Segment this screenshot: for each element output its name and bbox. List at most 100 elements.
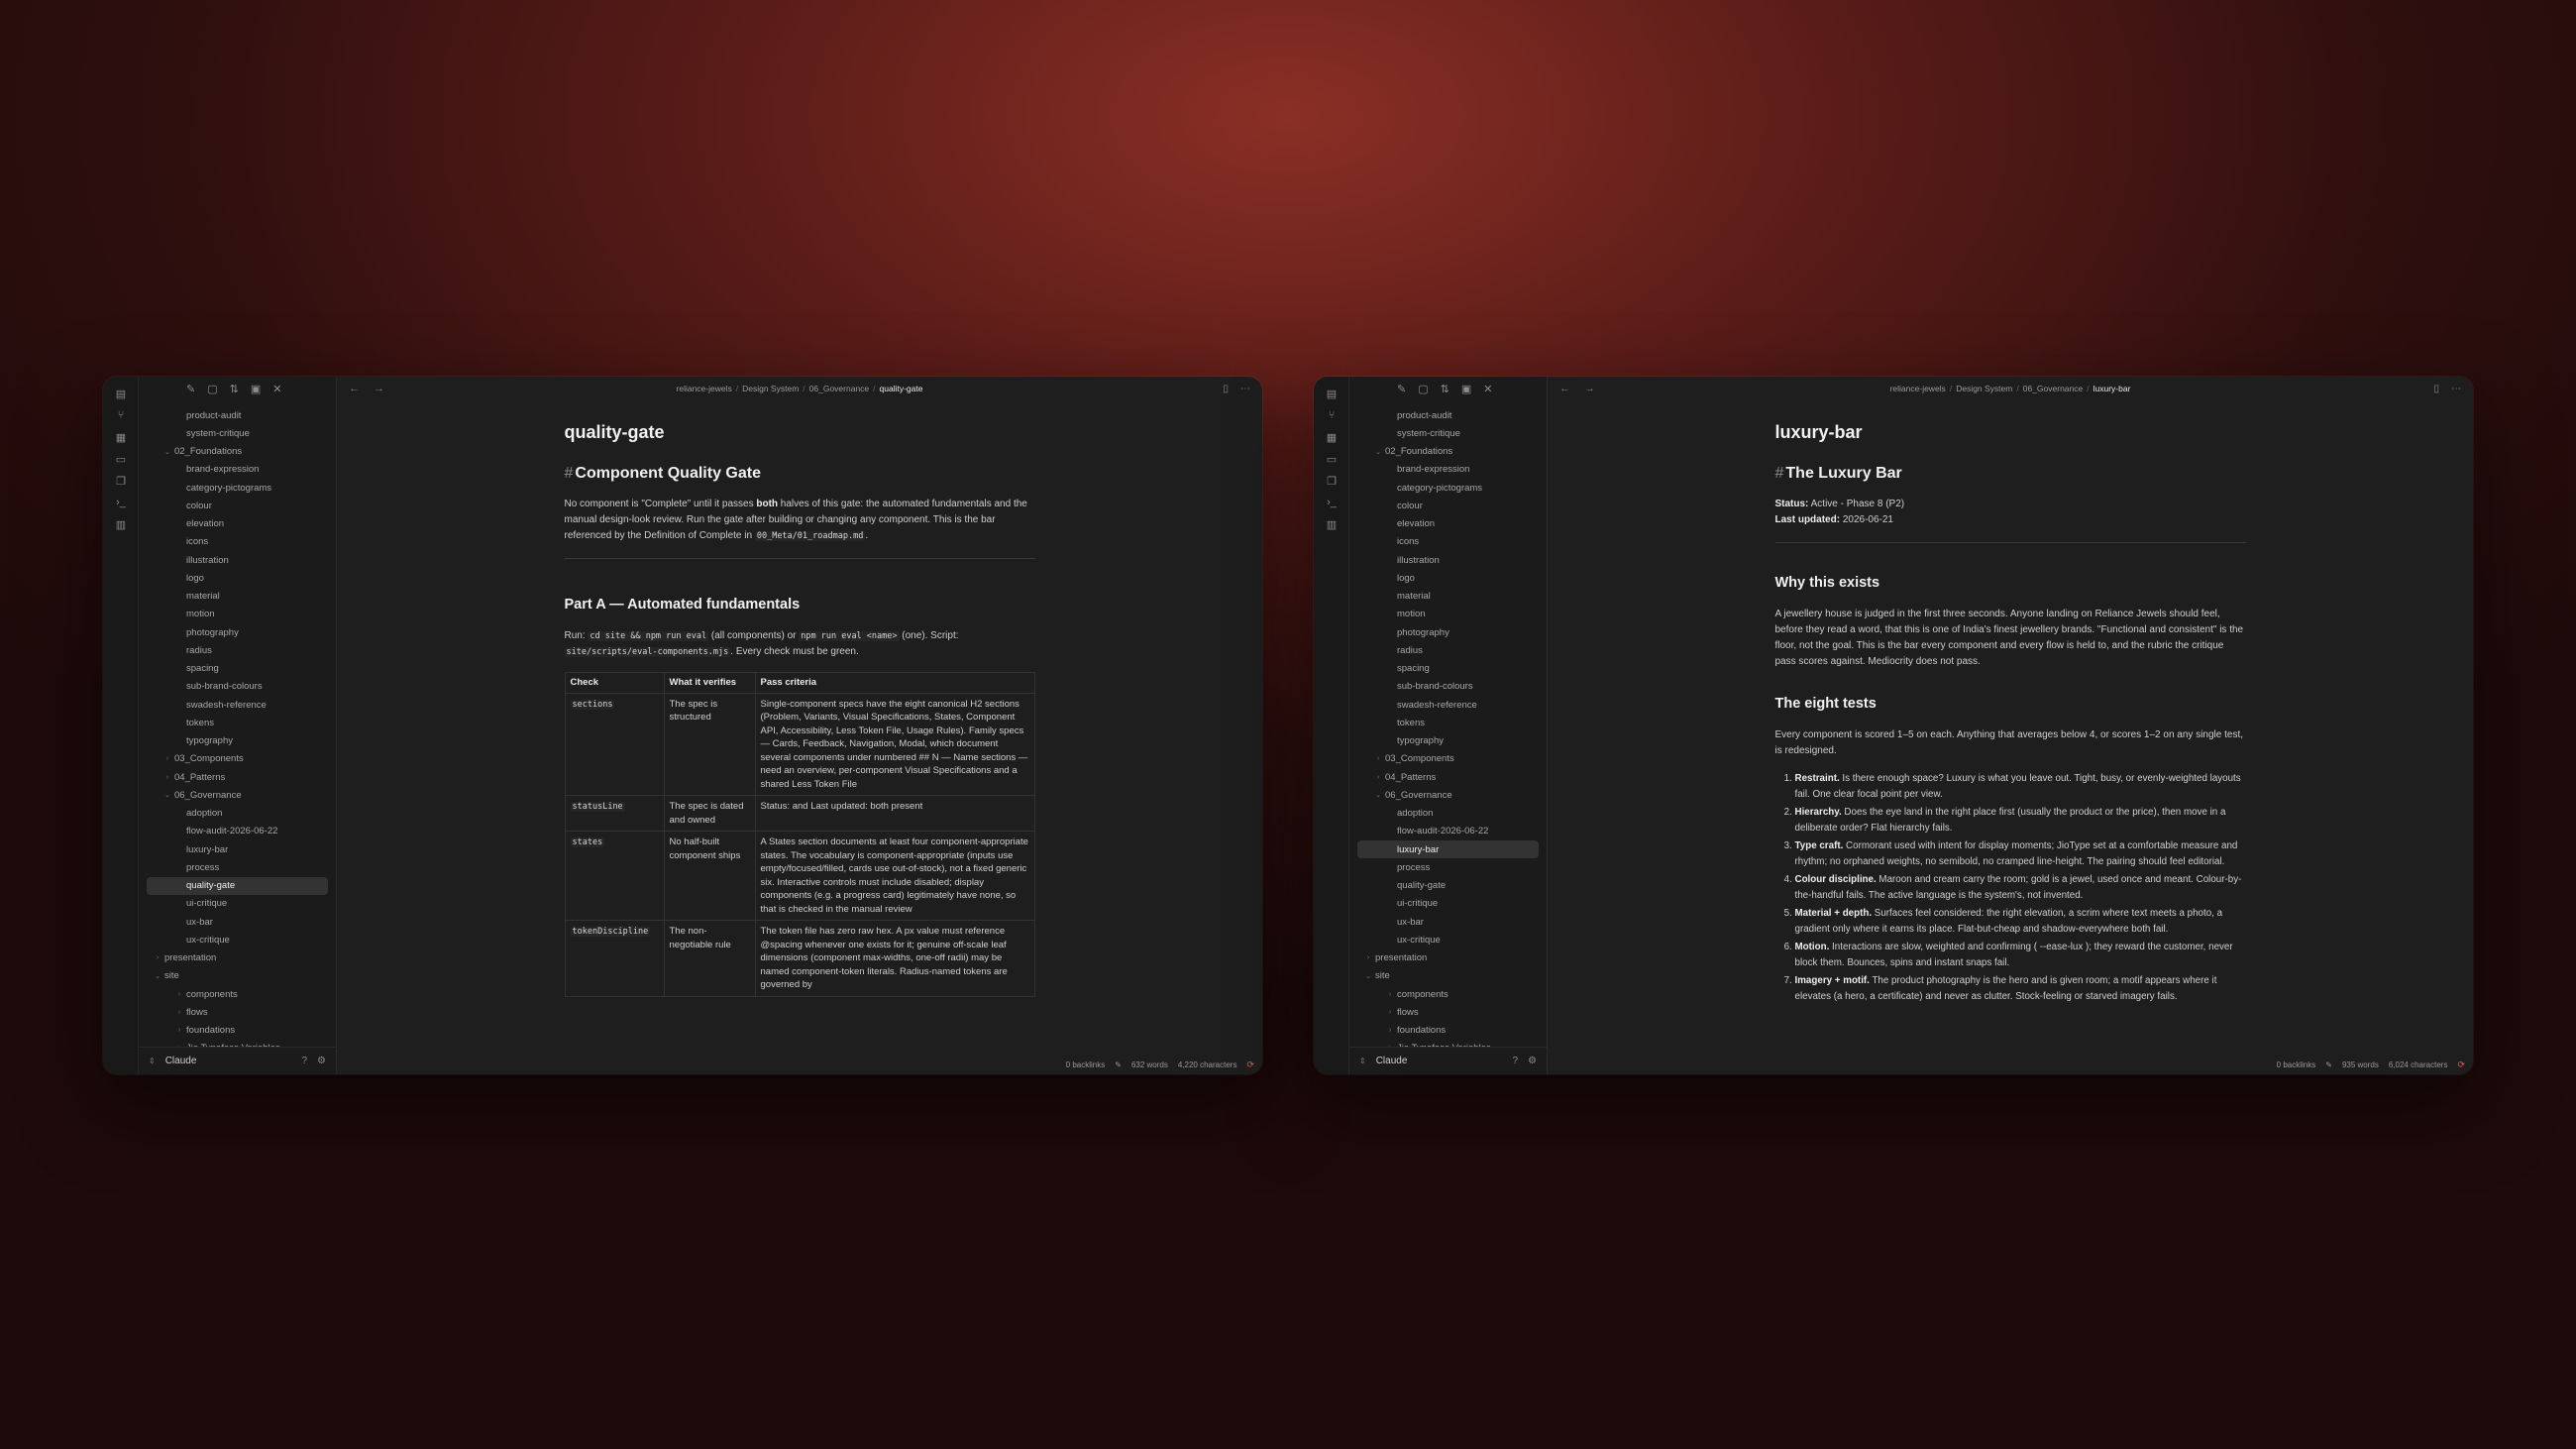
tree-folder[interactable]: ›Jio Typeface Variables (1349, 1040, 1547, 1047)
edit-icon[interactable]: ✎ (1115, 1060, 1122, 1069)
calendar-icon[interactable]: ▭ (103, 448, 139, 470)
breadcrumb-item[interactable]: 06_Governance (809, 384, 870, 393)
tree-file[interactable]: material (139, 588, 336, 606)
tree-file[interactable]: radius (139, 641, 336, 659)
tree-folder[interactable]: › 04_Patterns (139, 768, 336, 786)
forward-arrow-icon[interactable]: → (374, 383, 384, 394)
tree-file[interactable]: logo (1349, 569, 1547, 587)
tree-file[interactable]: ux-critique (1349, 931, 1547, 948)
tree-file[interactable]: ui-critique (139, 895, 336, 913)
tree-file[interactable]: tokens (1349, 714, 1547, 731)
layout-icon[interactable]: ▥ (1314, 513, 1349, 535)
vault-switcher[interactable]: ⇕ Claude ? ⚙ (139, 1047, 336, 1074)
tree-file[interactable]: spacing (139, 660, 336, 678)
tree-folder[interactable]: ⌄ 02_Foundations (139, 443, 336, 461)
reading-view-icon[interactable]: ▯ (1223, 384, 1229, 394)
file-icon[interactable]: ▤ (1314, 383, 1349, 404)
breadcrumb-item[interactable]: 06_Governance (2023, 384, 2084, 393)
tree-file[interactable]: sub-brand-colours (139, 678, 336, 696)
tree-file[interactable]: motion (1349, 606, 1547, 623)
close-icon[interactable]: ✕ (272, 383, 281, 395)
tree-folder[interactable]: › flows (139, 1003, 336, 1021)
new-folder-icon[interactable]: ▢ (1418, 383, 1428, 395)
tree-folder[interactable]: › foundations (139, 1022, 336, 1040)
tree-file[interactable]: elevation (139, 515, 336, 533)
backlinks-count[interactable]: 0 backlinks (2277, 1060, 2316, 1069)
tree-folder[interactable]: › components (1349, 985, 1547, 1003)
tree-folder[interactable]: › foundations (1349, 1022, 1547, 1040)
breadcrumb-item[interactable]: reliance-jewels (677, 384, 732, 393)
edit-icon[interactable]: ✎ (2325, 1060, 2332, 1069)
breadcrumb-item[interactable]: reliance-jewels (1890, 384, 1946, 393)
tree-file[interactable]: adoption (139, 805, 336, 823)
tree-folder[interactable]: › 04_Patterns (1349, 768, 1547, 786)
more-options-icon[interactable]: ⋯ (2451, 384, 2461, 394)
tree-file[interactable]: swadesh-reference (1349, 696, 1547, 714)
tree-folder[interactable]: › 03_Components (139, 750, 336, 768)
tree-file[interactable]: typography (139, 732, 336, 750)
tree-file[interactable]: ui-critique (1349, 895, 1547, 913)
tree-file[interactable]: photography (139, 623, 336, 641)
back-arrow-icon[interactable]: ← (1559, 383, 1570, 394)
tree-file[interactable]: ux-bar (1349, 913, 1547, 931)
tree-file[interactable]: illustration (139, 551, 336, 569)
tree-file[interactable]: adoption (1349, 805, 1547, 823)
terminal-icon[interactable]: ›_ (103, 492, 139, 513)
tree-folder[interactable]: ›Jio Typeface Variables (139, 1040, 336, 1047)
tree-folder[interactable]: › components (139, 985, 336, 1003)
tree-file[interactable]: logo (139, 569, 336, 587)
collapse-icon[interactable]: ▣ (251, 383, 261, 395)
backlinks-count[interactable]: 0 backlinks (1066, 1060, 1106, 1069)
tree-file[interactable]: typography (1349, 732, 1547, 750)
tree-file[interactable]: motion (139, 606, 336, 623)
tree-file[interactable]: ux-bar (139, 913, 336, 931)
tree-file[interactable]: colour (139, 497, 336, 514)
tree-file[interactable]: colour (1349, 497, 1547, 514)
tree-file[interactable]: category-pictograms (1349, 479, 1547, 497)
layout-icon[interactable]: ▥ (103, 513, 139, 535)
tree-file[interactable]: icons (139, 533, 336, 551)
breadcrumb-item[interactable]: Design System (1956, 384, 2012, 393)
tree-folder[interactable]: ⌄ 02_Foundations (1349, 443, 1547, 461)
back-arrow-icon[interactable]: ← (349, 383, 360, 394)
tree-file[interactable]: material (1349, 588, 1547, 606)
settings-icon[interactable]: ⚙ (1528, 1056, 1537, 1066)
new-folder-icon[interactable]: ▢ (207, 383, 217, 395)
tree-folder[interactable]: › presentation (139, 949, 336, 967)
note-file-title[interactable]: luxury-bar (1775, 422, 2246, 443)
tree-file[interactable]: sub-brand-colours (1349, 678, 1547, 696)
tree-file[interactable]: ux-critique (139, 931, 336, 948)
tree-file[interactable]: system-critique (1349, 424, 1547, 442)
tree-file[interactable]: luxury-bar (139, 840, 336, 858)
tree-file[interactable]: flow-audit-2026-06-22 (1349, 823, 1547, 840)
note-content[interactable]: quality-gate # Component Quality Gate No … (337, 400, 1262, 1074)
tree-file[interactable]: flow-audit-2026-06-22 (139, 823, 336, 840)
copy-icon[interactable]: ❐ (103, 470, 139, 492)
tree-folder[interactable]: › presentation (1349, 949, 1547, 967)
tree-file[interactable]: brand-expression (139, 461, 336, 479)
tree-file[interactable]: process (1349, 858, 1547, 876)
git-branch-icon[interactable]: ⑂ (1314, 404, 1349, 426)
tree-file[interactable]: illustration (1349, 551, 1547, 569)
help-icon[interactable]: ? (1512, 1056, 1518, 1066)
breadcrumb-current[interactable]: quality-gate (880, 384, 923, 393)
more-options-icon[interactable]: ⋯ (1240, 384, 1250, 394)
vault-switcher[interactable]: ⇕ Claude ? ⚙ (1349, 1047, 1547, 1074)
sort-icon[interactable]: ⇅ (230, 383, 239, 395)
tree-file[interactable]: product-audit (1349, 406, 1547, 424)
tree-file[interactable]: icons (1349, 533, 1547, 551)
collapse-icon[interactable]: ▣ (1461, 383, 1471, 395)
tree-file[interactable]: radius (1349, 641, 1547, 659)
note-content[interactable]: luxury-bar # The Luxury Bar Status: Activ… (1548, 400, 2473, 1074)
copy-icon[interactable]: ❐ (1314, 470, 1349, 492)
settings-icon[interactable]: ⚙ (317, 1056, 326, 1066)
tree-file[interactable]: process (139, 858, 336, 876)
grid-icon[interactable]: ▦ (103, 426, 139, 448)
reading-view-icon[interactable]: ▯ (2433, 384, 2439, 394)
forward-arrow-icon[interactable]: → (1584, 383, 1595, 394)
tree-file[interactable]: elevation (1349, 515, 1547, 533)
tree-folder[interactable]: ⌄ 06_Governance (1349, 786, 1547, 804)
sort-icon[interactable]: ⇅ (1441, 383, 1449, 395)
tree-file[interactable]: photography (1349, 623, 1547, 641)
tree-file[interactable]: system-critique (139, 424, 336, 442)
